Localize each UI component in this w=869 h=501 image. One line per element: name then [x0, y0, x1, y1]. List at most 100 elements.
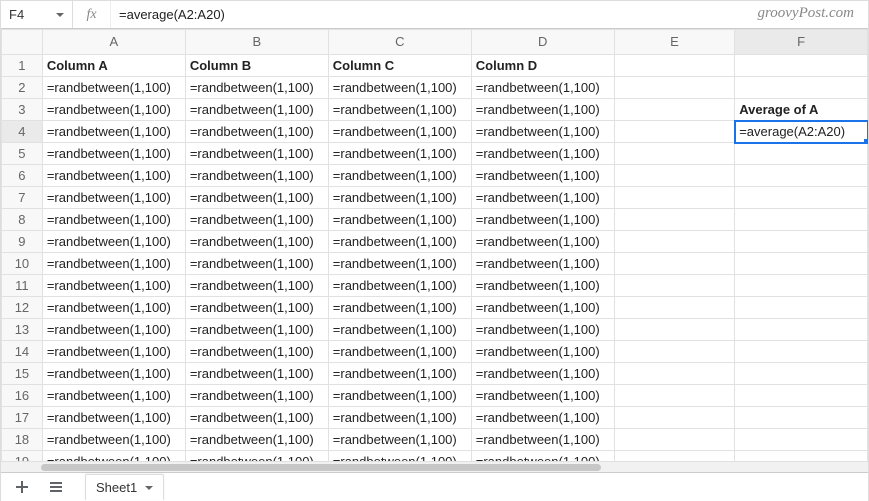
row-header-19[interactable]: 19	[2, 451, 43, 462]
cell-B17[interactable]: =randbetween(1,100)	[185, 407, 328, 429]
cell-D13[interactable]: =randbetween(1,100)	[471, 319, 614, 341]
row-header-13[interactable]: 13	[2, 319, 43, 341]
row-header-14[interactable]: 14	[2, 341, 43, 363]
horizontal-scrollbar-thumb[interactable]	[41, 464, 601, 471]
cell-E10[interactable]	[614, 253, 735, 275]
cell-A1[interactable]: Column A	[42, 55, 185, 77]
cell-A11[interactable]: =randbetween(1,100)	[42, 275, 185, 297]
cell-D11[interactable]: =randbetween(1,100)	[471, 275, 614, 297]
cell-D2[interactable]: =randbetween(1,100)	[471, 77, 614, 99]
cell-E19[interactable]	[614, 451, 735, 462]
cell-A6[interactable]: =randbetween(1,100)	[42, 165, 185, 187]
row-header-6[interactable]: 6	[2, 165, 43, 187]
row-header-8[interactable]: 8	[2, 209, 43, 231]
cell-C5[interactable]: =randbetween(1,100)	[328, 143, 471, 165]
cell-F13[interactable]	[735, 319, 868, 341]
cell-F18[interactable]	[735, 429, 868, 451]
add-sheet-button[interactable]	[7, 475, 37, 499]
cell-B8[interactable]: =randbetween(1,100)	[185, 209, 328, 231]
cell-D7[interactable]: =randbetween(1,100)	[471, 187, 614, 209]
cell-E7[interactable]	[614, 187, 735, 209]
cell-D6[interactable]: =randbetween(1,100)	[471, 165, 614, 187]
cell-F2[interactable]	[735, 77, 868, 99]
cell-E2[interactable]	[614, 77, 735, 99]
cell-F8[interactable]	[735, 209, 868, 231]
cell-B2[interactable]: =randbetween(1,100)	[185, 77, 328, 99]
cell-B19[interactable]: =randbetween(1,100)	[185, 451, 328, 462]
cell-B5[interactable]: =randbetween(1,100)	[185, 143, 328, 165]
cell-E9[interactable]	[614, 231, 735, 253]
cell-C12[interactable]: =randbetween(1,100)	[328, 297, 471, 319]
cell-C6[interactable]: =randbetween(1,100)	[328, 165, 471, 187]
cell-B9[interactable]: =randbetween(1,100)	[185, 231, 328, 253]
cell-C7[interactable]: =randbetween(1,100)	[328, 187, 471, 209]
cell-E13[interactable]	[614, 319, 735, 341]
cell-C9[interactable]: =randbetween(1,100)	[328, 231, 471, 253]
cell-D17[interactable]: =randbetween(1,100)	[471, 407, 614, 429]
cell-F9[interactable]	[735, 231, 868, 253]
cell-F11[interactable]	[735, 275, 868, 297]
cell-A2[interactable]: =randbetween(1,100)	[42, 77, 185, 99]
cell-D19[interactable]: =randbetween(1,100)	[471, 451, 614, 462]
cell-E12[interactable]	[614, 297, 735, 319]
cell-B1[interactable]: Column B	[185, 55, 328, 77]
cell-A13[interactable]: =randbetween(1,100)	[42, 319, 185, 341]
cell-B14[interactable]: =randbetween(1,100)	[185, 341, 328, 363]
cell-D1[interactable]: Column D	[471, 55, 614, 77]
cell-C13[interactable]: =randbetween(1,100)	[328, 319, 471, 341]
cell-E1[interactable]	[614, 55, 735, 77]
cell-F10[interactable]	[735, 253, 868, 275]
row-header-18[interactable]: 18	[2, 429, 43, 451]
row-header-12[interactable]: 12	[2, 297, 43, 319]
column-header-A[interactable]: A	[42, 30, 185, 55]
cell-C8[interactable]: =randbetween(1,100)	[328, 209, 471, 231]
cell-E16[interactable]	[614, 385, 735, 407]
name-box[interactable]: F4	[1, 1, 73, 28]
all-sheets-button[interactable]	[41, 475, 71, 499]
cell-C18[interactable]: =randbetween(1,100)	[328, 429, 471, 451]
cell-D16[interactable]: =randbetween(1,100)	[471, 385, 614, 407]
row-header-15[interactable]: 15	[2, 363, 43, 385]
cell-F1[interactable]	[735, 55, 868, 77]
cell-B15[interactable]: =randbetween(1,100)	[185, 363, 328, 385]
row-header-9[interactable]: 9	[2, 231, 43, 253]
column-header-C[interactable]: C	[328, 30, 471, 55]
cell-E6[interactable]	[614, 165, 735, 187]
cell-D3[interactable]: =randbetween(1,100)	[471, 99, 614, 121]
cell-A15[interactable]: =randbetween(1,100)	[42, 363, 185, 385]
cell-C3[interactable]: =randbetween(1,100)	[328, 99, 471, 121]
cell-B4[interactable]: =randbetween(1,100)	[185, 121, 328, 143]
cell-D14[interactable]: =randbetween(1,100)	[471, 341, 614, 363]
cell-D12[interactable]: =randbetween(1,100)	[471, 297, 614, 319]
cell-A18[interactable]: =randbetween(1,100)	[42, 429, 185, 451]
cell-D4[interactable]: =randbetween(1,100)	[471, 121, 614, 143]
cell-A14[interactable]: =randbetween(1,100)	[42, 341, 185, 363]
cell-B7[interactable]: =randbetween(1,100)	[185, 187, 328, 209]
cell-C19[interactable]: =randbetween(1,100)	[328, 451, 471, 462]
cell-F17[interactable]	[735, 407, 868, 429]
cell-A19[interactable]: =randbetween(1,100)	[42, 451, 185, 462]
cell-E17[interactable]	[614, 407, 735, 429]
row-header-7[interactable]: 7	[2, 187, 43, 209]
cell-D8[interactable]: =randbetween(1,100)	[471, 209, 614, 231]
cell-F3[interactable]: Average of A	[735, 99, 868, 121]
cell-D9[interactable]: =randbetween(1,100)	[471, 231, 614, 253]
cell-E4[interactable]	[614, 121, 735, 143]
row-header-10[interactable]: 10	[2, 253, 43, 275]
column-header-D[interactable]: D	[471, 30, 614, 55]
cell-A7[interactable]: =randbetween(1,100)	[42, 187, 185, 209]
cell-C1[interactable]: Column C	[328, 55, 471, 77]
cell-A4[interactable]: =randbetween(1,100)	[42, 121, 185, 143]
cell-E14[interactable]	[614, 341, 735, 363]
cell-C17[interactable]: =randbetween(1,100)	[328, 407, 471, 429]
cell-F14[interactable]	[735, 341, 868, 363]
cell-A12[interactable]: =randbetween(1,100)	[42, 297, 185, 319]
column-header-E[interactable]: E	[614, 30, 735, 55]
cell-E11[interactable]	[614, 275, 735, 297]
cell-C15[interactable]: =randbetween(1,100)	[328, 363, 471, 385]
cell-F6[interactable]	[735, 165, 868, 187]
cell-A10[interactable]: =randbetween(1,100)	[42, 253, 185, 275]
cell-A5[interactable]: =randbetween(1,100)	[42, 143, 185, 165]
cell-F12[interactable]	[735, 297, 868, 319]
cell-C4[interactable]: =randbetween(1,100)	[328, 121, 471, 143]
